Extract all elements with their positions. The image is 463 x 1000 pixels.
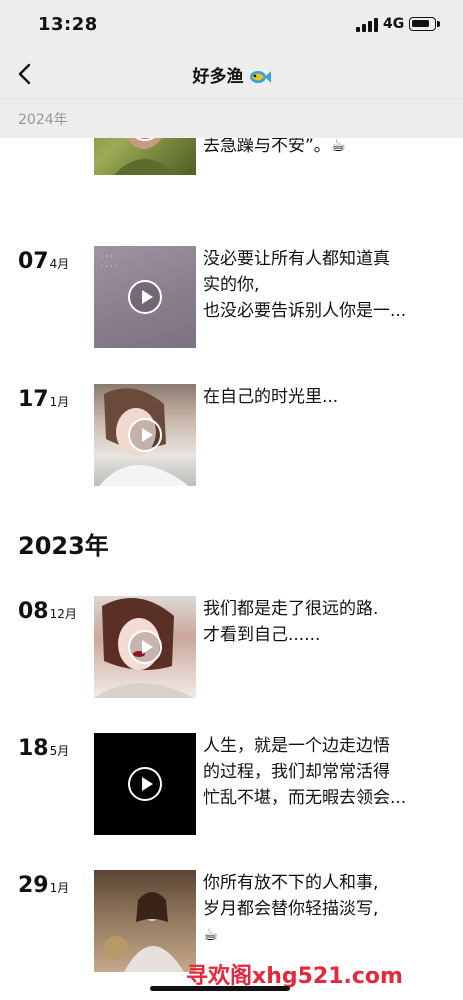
caption-line: 忙乱不堪，而无暇去领会... — [203, 788, 407, 808]
caption-line: 岁月都会替你轻描淡写, — [203, 899, 379, 919]
feed-entry[interactable]: 185月 人生，就是一个边走边悟 的过程，我们却常常活得 忙乱不堪，而无暇去领会… — [0, 733, 463, 837]
entry-date: 074月 — [18, 249, 69, 274]
caption-line: 在自己的时光里... — [203, 387, 339, 407]
battery-cap — [437, 21, 440, 27]
caption-line: 人生，就是一个边走边悟 — [203, 736, 390, 756]
year-heading: 2023年 — [18, 532, 109, 560]
entry-caption: 人生，就是一个边走边悟 的过程，我们却常常活得 忙乱不堪，而无暇去领会... — [203, 733, 443, 811]
caption-line: 的过程，我们却常常活得 — [203, 762, 390, 782]
fish-icon — [249, 71, 271, 83]
page-title-text: 好多渔 — [192, 67, 244, 87]
caption-line: 你所有放不下的人和事, — [203, 873, 379, 893]
caption-line: 也没必要告诉别人你是一... — [203, 301, 407, 321]
page-title: 好多渔 — [0, 62, 463, 87]
sticky-year-header: 2024年 — [0, 98, 463, 138]
entry-date: 185月 — [18, 736, 69, 761]
battery-icon — [409, 17, 436, 31]
feed-entry[interactable]: 去急躁与不安”。☕ — [0, 138, 463, 177]
network-label: 4G — [383, 16, 405, 32]
entry-caption: 在自己的时光里... — [203, 384, 443, 410]
portrait-image — [114, 138, 176, 175]
date-day: 07 — [18, 249, 49, 274]
date-month: 4月 — [49, 257, 70, 271]
status-bar: 13:28 4G — [0, 0, 463, 50]
date-day: 18 — [18, 736, 49, 761]
video-thumbnail[interactable] — [94, 384, 196, 486]
play-icon — [128, 630, 162, 664]
feed-entry[interactable]: 074月 · · · · · · · · 没必要让所有人都知道真 实的你, 也没必… — [0, 246, 463, 350]
signal-icon — [356, 18, 378, 32]
moments-feed[interactable]: 去急躁与不安”。☕ 074月 · · · · · · · · 没必要让所有人都知道… — [0, 138, 463, 1000]
feed-entry[interactable]: 0812月 我们都是走了很远的路. 才看到自己...... — [0, 596, 463, 700]
portrait-image — [104, 892, 184, 972]
sticky-year-label: 2024年 — [18, 112, 68, 128]
home-indicator — [150, 986, 290, 991]
video-thumbnail[interactable]: · · · · · · · · — [94, 246, 196, 348]
entry-date: 0812月 — [18, 599, 77, 624]
caption-line: ☕ — [203, 925, 219, 945]
caption-line: 实的你, — [203, 275, 260, 295]
caption-line: 没必要让所有人都知道真 — [203, 249, 390, 269]
date-month: 1月 — [49, 881, 70, 895]
video-thumbnail[interactable] — [94, 733, 196, 835]
video-thumbnail[interactable] — [94, 596, 196, 698]
play-icon — [128, 418, 162, 452]
status-time: 13:28 — [38, 14, 98, 35]
caption-line: 我们都是走了很远的路. — [203, 599, 379, 619]
date-month: 5月 — [49, 744, 70, 758]
video-thumbnail[interactable] — [94, 138, 196, 175]
entry-date: 171月 — [18, 387, 69, 412]
play-icon — [128, 767, 162, 801]
entry-caption: 没必要让所有人都知道真 实的你, 也没必要告诉别人你是一... — [203, 246, 443, 324]
date-day: 29 — [18, 873, 49, 898]
entry-caption: 你所有放不下的人和事, 岁月都会替你轻描淡写, ☕ — [203, 870, 443, 948]
entry-caption: 去急躁与不安”。☕ — [203, 138, 443, 159]
date-month: 12月 — [49, 607, 77, 621]
caption-line: 去急躁与不安”。☕ — [203, 138, 347, 156]
thumbnail-overlay-text: · · · · · · · · — [100, 252, 118, 271]
play-icon — [128, 280, 162, 314]
nav-bar: 好多渔 — [0, 50, 463, 98]
video-thumbnail[interactable] — [94, 870, 196, 972]
date-day: 17 — [18, 387, 49, 412]
entry-date: 291月 — [18, 873, 69, 898]
date-month: 1月 — [49, 395, 70, 409]
date-day: 08 — [18, 599, 49, 624]
caption-line: 才看到自己...... — [203, 625, 321, 645]
entry-caption: 我们都是走了很远的路. 才看到自己...... — [203, 596, 443, 648]
feed-entry[interactable]: 171月 在自己的时光里... — [0, 384, 463, 488]
